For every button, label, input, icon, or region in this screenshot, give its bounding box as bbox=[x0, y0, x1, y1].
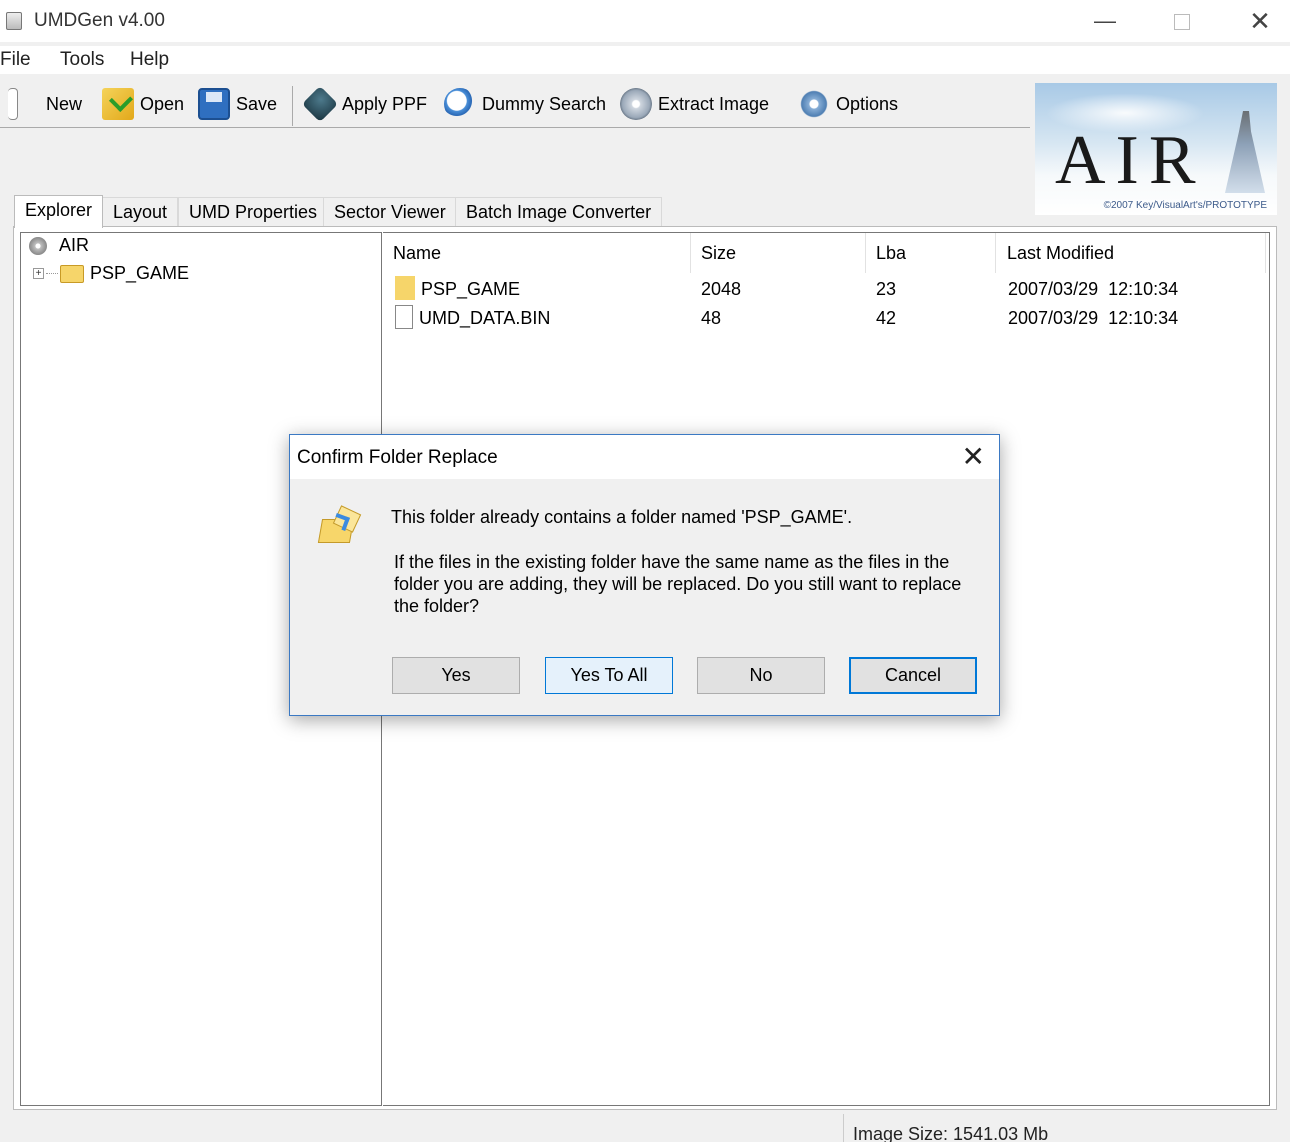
dialog-title-bar: Confirm Folder Replace ✕ bbox=[290, 435, 999, 479]
tree-root-label: AIR bbox=[59, 235, 90, 255]
column-last-modified[interactable]: Last Modified bbox=[996, 233, 1266, 273]
tree-line bbox=[46, 273, 58, 274]
column-size[interactable]: Size bbox=[691, 233, 866, 273]
list-row[interactable]: PSP_GAME 2048 23 2007/03/29 12:10:34 bbox=[383, 275, 1269, 304]
status-bar: Image Size: 1541.03 Mb bbox=[0, 1114, 1290, 1142]
confirm-folder-replace-dialog: Confirm Folder Replace ✕ This folder alr… bbox=[289, 434, 1000, 716]
toolbar: New Open Save Apply PPF Dummy Search Ext… bbox=[0, 80, 1030, 128]
folder-icon bbox=[60, 264, 84, 283]
tree-root[interactable]: AIR bbox=[29, 235, 89, 256]
air-logo: AIR ©2007 Key/VisualArt's/PROTOTYPE bbox=[1035, 83, 1277, 215]
logo-copyright: ©2007 Key/VisualArt's/PROTOTYPE bbox=[1103, 200, 1267, 211]
status-separator bbox=[843, 1114, 844, 1142]
close-window-button[interactable]: ✕ bbox=[1230, 0, 1290, 42]
new-label: New bbox=[46, 93, 83, 114]
new-file-icon bbox=[8, 88, 18, 120]
tab-explorer[interactable]: Explorer bbox=[14, 195, 104, 228]
yes-to-all-button[interactable]: Yes To All bbox=[545, 657, 673, 694]
tab-layout[interactable]: Layout bbox=[102, 197, 179, 227]
row-name: PSP_GAME bbox=[421, 279, 521, 299]
menu-bar: File Tools Help bbox=[0, 46, 1290, 74]
disc-icon bbox=[620, 88, 652, 120]
logo-text: AIR bbox=[1055, 122, 1206, 199]
folder-icon bbox=[395, 276, 415, 301]
minimize-button[interactable]: — bbox=[1075, 0, 1135, 42]
maximize-icon bbox=[1174, 14, 1190, 31]
floppy-disk-icon bbox=[198, 88, 230, 120]
toolbar-separator bbox=[292, 86, 293, 126]
apply-ppf-label: Apply PPF bbox=[342, 93, 428, 114]
options-button[interactable]: Options bbox=[798, 84, 898, 124]
row-modified: 2007/03/29 12:10:34 bbox=[1008, 308, 1179, 328]
open-folder-icon bbox=[102, 88, 134, 120]
open-label: Open bbox=[140, 93, 185, 114]
extract-image-label: Extract Image bbox=[658, 93, 770, 114]
maximize-button[interactable] bbox=[1152, 0, 1212, 42]
row-name: UMD_DATA.BIN bbox=[419, 308, 551, 328]
open-button[interactable]: Open bbox=[102, 84, 184, 124]
column-name[interactable]: Name bbox=[383, 233, 691, 273]
dummy-search-label: Dummy Search bbox=[482, 93, 607, 114]
new-button[interactable]: New bbox=[8, 84, 82, 124]
tab-umd-properties[interactable]: UMD Properties bbox=[178, 197, 329, 227]
expand-icon[interactable]: + bbox=[33, 268, 44, 279]
tree-node-psp-game[interactable]: + PSP_GAME bbox=[33, 263, 189, 284]
menu-help[interactable]: Help bbox=[130, 49, 169, 71]
row-modified: 2007/03/29 12:10:34 bbox=[1008, 279, 1179, 299]
magnifier-icon bbox=[444, 88, 476, 120]
row-name-cell: PSP_GAME bbox=[395, 276, 521, 301]
dummy-search-button[interactable]: Dummy Search bbox=[444, 84, 606, 124]
row-lba: 23 bbox=[876, 279, 897, 299]
window-title: UMDGen v4.00 bbox=[34, 10, 165, 31]
tab-sector-viewer[interactable]: Sector Viewer bbox=[323, 197, 457, 227]
folder-replace-icon bbox=[317, 505, 362, 549]
cancel-button[interactable]: Cancel bbox=[849, 657, 977, 694]
tree-node-label: PSP_GAME bbox=[90, 263, 190, 283]
row-size: 2048 bbox=[701, 279, 742, 299]
yes-button[interactable]: Yes bbox=[392, 657, 520, 694]
list-row[interactable]: UMD_DATA.BIN 48 42 2007/03/29 12:10:34 bbox=[383, 304, 1269, 333]
dialog-message-primary: This folder already contains a folder na… bbox=[391, 507, 853, 527]
dialog-close-button[interactable]: ✕ bbox=[962, 441, 985, 473]
save-label: Save bbox=[236, 93, 278, 114]
row-size: 48 bbox=[701, 308, 722, 328]
logo-figure bbox=[1225, 111, 1265, 193]
extract-image-button[interactable]: Extract Image bbox=[620, 84, 769, 124]
list-header: Name Size Lba Last Modified bbox=[383, 233, 1269, 273]
app-icon bbox=[6, 12, 22, 30]
image-size-status: Image Size: 1541.03 Mb bbox=[853, 1124, 1049, 1142]
file-icon bbox=[395, 305, 413, 330]
options-label: Options bbox=[836, 93, 899, 114]
menu-tools[interactable]: Tools bbox=[60, 49, 104, 71]
save-button[interactable]: Save bbox=[198, 84, 277, 124]
row-lba: 42 bbox=[876, 308, 897, 328]
column-lba[interactable]: Lba bbox=[866, 233, 996, 273]
disc-icon bbox=[29, 236, 47, 255]
menu-file[interactable]: File bbox=[0, 49, 31, 71]
dialog-message-secondary: If the files in the existing folder have… bbox=[394, 552, 962, 616]
tab-batch-image-converter[interactable]: Batch Image Converter bbox=[455, 197, 663, 227]
title-bar: UMDGen v4.00 — ✕ bbox=[0, 0, 1290, 42]
no-button[interactable]: No bbox=[697, 657, 825, 694]
gear-icon bbox=[798, 88, 830, 120]
dialog-title: Confirm Folder Replace bbox=[297, 447, 498, 468]
apply-ppf-button[interactable]: Apply PPF bbox=[301, 84, 428, 124]
patch-cube-icon bbox=[301, 85, 339, 123]
row-name-cell: UMD_DATA.BIN bbox=[395, 305, 551, 330]
